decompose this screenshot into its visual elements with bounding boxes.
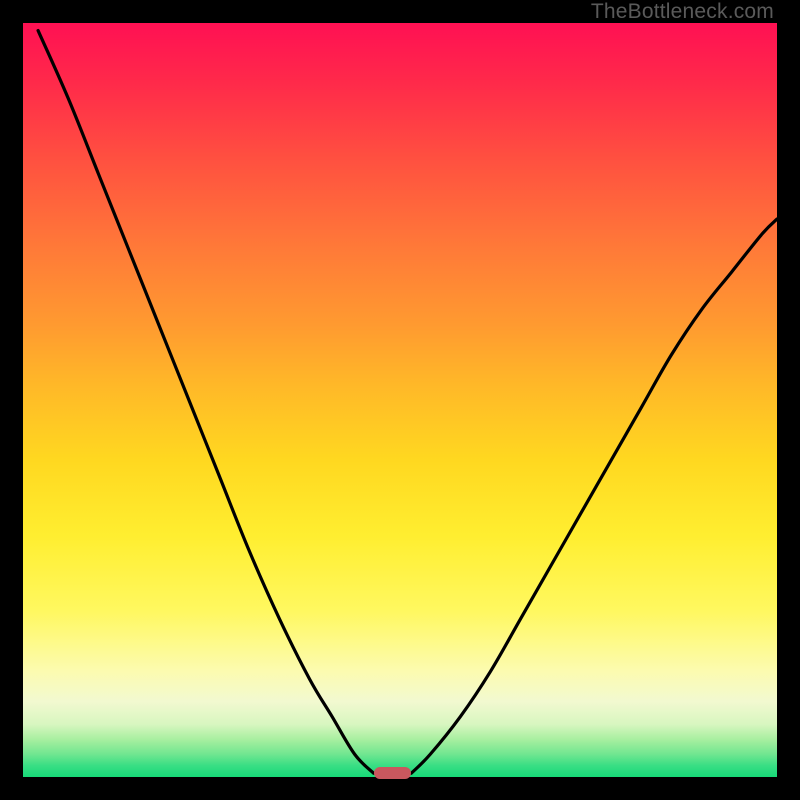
chart-frame: TheBottleneck.com bbox=[0, 0, 800, 800]
left-curve bbox=[38, 31, 374, 774]
plot-area bbox=[23, 23, 777, 777]
bottleneck-marker bbox=[374, 767, 412, 779]
right-curve bbox=[411, 219, 777, 773]
curve-layer bbox=[23, 23, 777, 777]
watermark-text: TheBottleneck.com bbox=[591, 0, 774, 24]
